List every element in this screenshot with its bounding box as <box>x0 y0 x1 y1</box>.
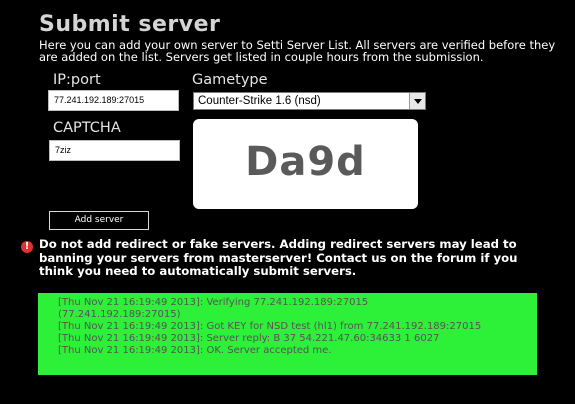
captcha-input[interactable]: 7ziz <box>49 140 180 161</box>
ip-port-input[interactable]: 77.241.192.189:27015 <box>48 90 179 111</box>
ip-label: IP:port <box>53 72 101 88</box>
log-line: [Thu Nov 21 16:19:49 2013]: Server reply… <box>58 333 440 344</box>
captcha-label: CAPTCHA <box>53 120 121 136</box>
page-title: Submit server <box>39 12 221 37</box>
gametype-select[interactable]: Counter-Strike 1.6 (nsd) <box>193 92 426 110</box>
log-line: [Thu Nov 21 16:19:49 2013]: OK. Server a… <box>58 345 332 356</box>
warning-text: Do not add redirect or fake servers. Add… <box>39 237 518 278</box>
log-line: (77.241.192.189:27015) <box>58 309 181 320</box>
add-server-button[interactable]: Add server <box>49 211 149 230</box>
log-line: [Thu Nov 21 16:19:49 2013]: Verifying 77… <box>58 297 369 308</box>
gametype-selected-value: Counter-Strike 1.6 (nsd) <box>198 95 321 107</box>
gametype-label: Gametype <box>192 72 268 88</box>
captcha-image-text: Da9d <box>245 139 366 185</box>
log-line: [Thu Nov 21 16:19:49 2013]: Got KEY for … <box>58 321 482 332</box>
captcha-image: Da9d <box>193 119 418 209</box>
chevron-down-icon[interactable] <box>409 93 425 109</box>
verification-log: [Thu Nov 21 16:19:49 2013]: Verifying 77… <box>38 293 537 375</box>
intro-text: Here you can add your own server to Sett… <box>39 38 556 64</box>
exclamation-icon: ! <box>21 241 33 253</box>
